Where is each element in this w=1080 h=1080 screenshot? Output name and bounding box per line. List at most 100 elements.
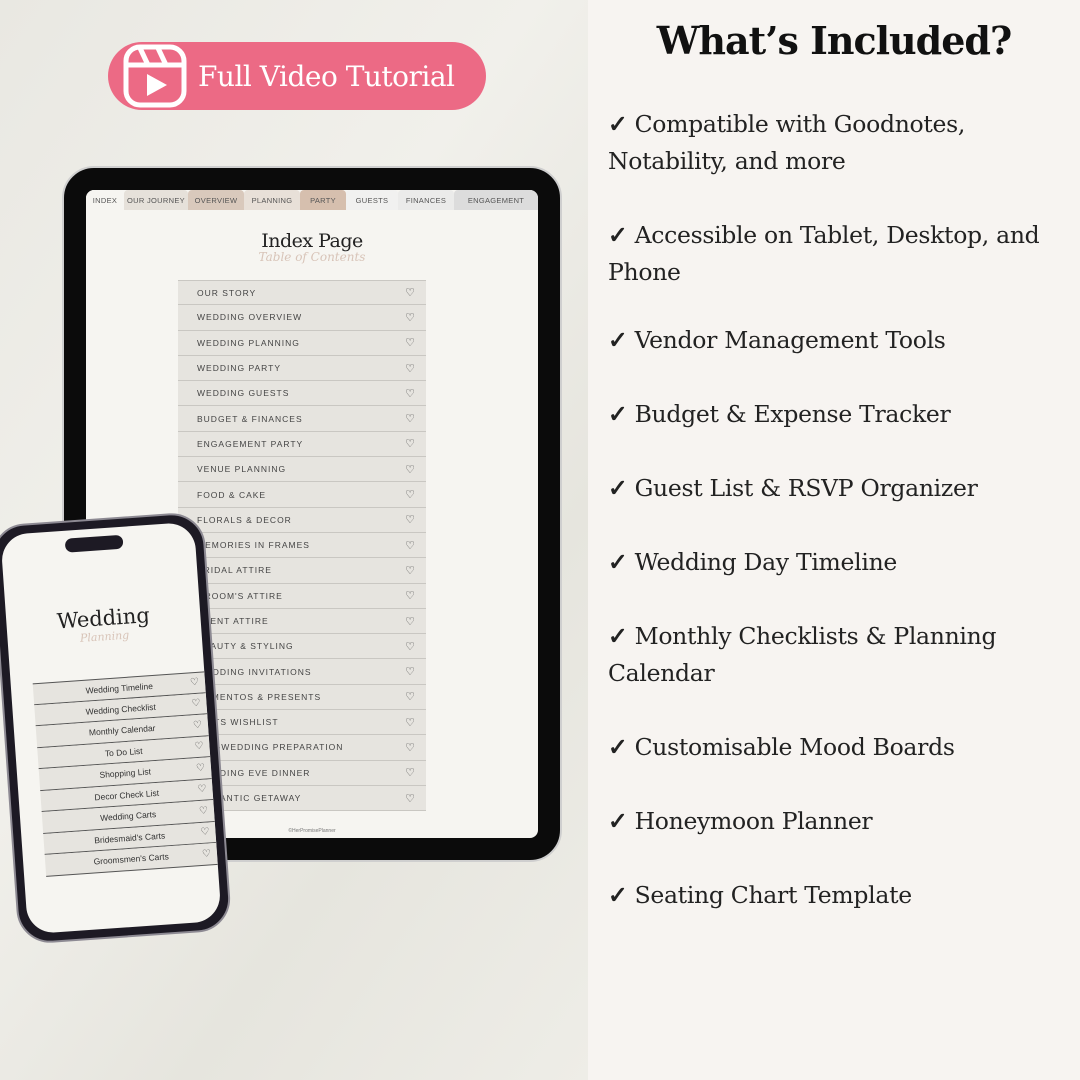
heart-icon[interactable]: ♡	[405, 437, 416, 450]
tab-overview[interactable]: OVERVIEW	[188, 190, 244, 210]
included-item-label: Wedding Day Timeline	[634, 548, 898, 576]
index-item[interactable]: VENUE PLANNING ♡	[178, 457, 426, 483]
index-item[interactable]: MEMORIES IN FRAMES ♡	[178, 532, 426, 559]
heart-icon[interactable]: ♡	[405, 311, 416, 324]
checkmark-icon: ✓	[608, 474, 628, 502]
heart-icon[interactable]: ♡	[199, 805, 209, 817]
included-item-label: Seating Chart Template	[634, 881, 913, 909]
index-item[interactable]: FLORALS & DECOR ♡	[178, 507, 426, 533]
heart-icon[interactable]: ♡	[202, 848, 212, 860]
index-item[interactable]: OUR STORY ♡	[178, 280, 426, 306]
tab-bar: INDEX OUR JOURNEY OVERVIEW PLANNING PARTY GUE…	[86, 190, 538, 210]
tab-engagement[interactable]: ENGAGEMENT	[454, 190, 538, 210]
index-item[interactable]: WEDDING INVITATIONS ♡	[178, 659, 426, 685]
index-item[interactable]: BUDGET & FINANCES ♡	[178, 406, 426, 432]
heart-icon[interactable]: ♡	[405, 766, 416, 779]
included-item-label: Compatible with Goodnotes, Notability, a…	[608, 110, 966, 175]
index-item[interactable]: WEDDING PLANNING ♡	[178, 330, 426, 356]
checkmark-icon: ✓	[608, 326, 628, 354]
index-item-label: FLORALS & DECOR	[197, 514, 292, 525]
heart-icon[interactable]: ♡	[405, 665, 416, 678]
heart-icon[interactable]: ♡	[405, 412, 416, 425]
heart-icon[interactable]: ♡	[405, 286, 416, 299]
tab-our-journey[interactable]: OUR JOURNEY	[124, 190, 188, 210]
heart-icon[interactable]: ♡	[405, 615, 416, 628]
included-item: ✓ Guest List & RSVP Organizer	[608, 470, 1068, 507]
heart-icon[interactable]: ♡	[200, 827, 210, 839]
included-item: ✓ Honeymoon Planner	[608, 803, 1068, 840]
tab-party[interactable]: PARTY	[300, 190, 346, 210]
video-reel-icon	[123, 44, 187, 108]
index-item-label: VENUE PLANNING	[197, 464, 287, 475]
heart-icon[interactable]: ♡	[405, 640, 416, 653]
heart-icon[interactable]: ♡	[190, 677, 200, 689]
checkmark-icon: ✓	[608, 110, 628, 138]
heart-icon[interactable]: ♡	[191, 698, 201, 710]
phone-item-label: Monthly Calendar	[88, 723, 156, 738]
included-item-label: Honeymoon Planner	[634, 807, 873, 835]
included-item-label: Budget & Expense Tracker	[634, 400, 951, 428]
index-item[interactable]: WEDDING PARTY ♡	[178, 355, 426, 382]
index-item[interactable]: WEDDING GUESTS ♡	[178, 381, 426, 407]
tab-finances[interactable]: FINANCES	[398, 190, 454, 210]
included-item: ✓ Seating Chart Template	[608, 877, 1068, 914]
tab-index[interactable]: INDEX	[86, 190, 124, 210]
included-item: ✓ Budget & Expense Tracker	[608, 396, 1068, 433]
index-item-label: BUDGET & FINANCES	[197, 413, 303, 424]
index-item-label: WEDDING OVERVIEW	[197, 312, 303, 323]
phone-notch	[64, 534, 124, 553]
heart-icon[interactable]: ♡	[405, 589, 416, 602]
included-item-label: Vendor Management Tools	[634, 326, 946, 354]
heart-icon[interactable]: ♡	[194, 741, 204, 753]
heart-icon[interactable]: ♡	[405, 362, 416, 375]
included-item: ✓ Wedding Day Timeline	[608, 544, 1068, 581]
phone-list: Wedding Timeline ♡ Wedding Checklist ♡ Month…	[32, 671, 218, 877]
phone-mockup: Wedding Planning Wedding Timeline ♡ Weddin…	[0, 511, 233, 945]
index-item-label: FOOD & CAKE	[197, 489, 267, 500]
heart-icon[interactable]: ♡	[405, 564, 416, 577]
checkmark-icon: ✓	[608, 221, 628, 249]
index-item-label: WEDDING GUESTS	[197, 388, 290, 399]
phone-item-label: To Do List	[104, 745, 143, 759]
phone-item-label: Bridesmaid's Carts	[93, 830, 166, 846]
checkmark-icon: ✓	[608, 622, 628, 650]
index-item[interactable]: BEAUTY & STYLING ♡	[178, 634, 426, 660]
page-subtitle: Table of Contents	[258, 250, 366, 264]
index-item[interactable]: ENGAGEMENT PARTY ♡	[178, 431, 426, 458]
tab-planning[interactable]: PLANNING	[244, 190, 300, 210]
heart-icon[interactable]: ♡	[193, 719, 203, 731]
checkmark-icon: ✓	[608, 548, 628, 576]
heart-icon[interactable]: ♡	[405, 488, 416, 501]
index-item[interactable]: FOOD & CAKE ♡	[178, 482, 426, 508]
heart-icon[interactable]: ♡	[405, 741, 416, 754]
product-showcase: Full Video Tutorial INDEX OUR JOURNEY OVER…	[0, 0, 588, 1080]
included-item: ✓ Monthly Checklists & Planning Calendar	[608, 618, 1068, 692]
phone-item-label: Groomsmen's Carts	[93, 851, 170, 867]
heart-icon[interactable]: ♡	[405, 463, 416, 476]
tutorial-label: Full Video Tutorial	[198, 59, 455, 93]
full-video-tutorial-button[interactable]: Full Video Tutorial	[108, 42, 486, 110]
heart-icon[interactable]: ♡	[405, 792, 416, 805]
heart-icon[interactable]: ♡	[405, 336, 416, 349]
heart-icon[interactable]: ♡	[196, 762, 206, 774]
phone-item-label: Wedding Checklist	[85, 701, 157, 717]
index-item-label: ENGAGEMENT PARTY	[197, 438, 304, 449]
heart-icon[interactable]: ♡	[405, 716, 416, 729]
index-item[interactable]: EVENT ATTIRE ♡	[178, 608, 426, 635]
heart-icon[interactable]: ♡	[405, 513, 416, 526]
checkmark-icon: ✓	[608, 400, 628, 428]
tab-guests[interactable]: GUESTS	[346, 190, 398, 210]
heart-icon[interactable]: ♡	[405, 690, 416, 703]
included-item: ✓ Accessible on Tablet, Desktop, and Pho…	[608, 217, 1068, 291]
index-item[interactable]: GROOM'S ATTIRE ♡	[178, 583, 426, 609]
index-item-label: GROOM'S ATTIRE	[197, 590, 283, 601]
index-item-label: BRIDAL ATTIRE	[197, 565, 272, 576]
phone-item-label: Wedding Carts	[99, 809, 157, 824]
heart-icon[interactable]: ♡	[405, 387, 416, 400]
index-item[interactable]: WEDDING OVERVIEW ♡	[178, 305, 426, 331]
heart-icon[interactable]: ♡	[405, 539, 416, 552]
heart-icon[interactable]: ♡	[197, 784, 207, 796]
included-item-label: Guest List & RSVP Organizer	[634, 474, 978, 502]
page-title: Index Page	[261, 230, 363, 252]
index-item[interactable]: BRIDAL ATTIRE ♡	[178, 558, 426, 584]
